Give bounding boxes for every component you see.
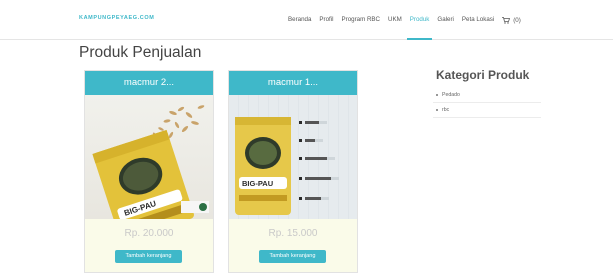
product-footer: Rp. 15.000 Tambah keranjang <box>229 219 357 272</box>
category-label: Pedado <box>442 92 460 98</box>
add-to-cart-button[interactable]: Tambah keranjang <box>115 250 182 263</box>
nav-item-beranda[interactable]: Beranda <box>288 0 311 40</box>
product-image[interactable]: BIG-PAU <box>229 95 357 219</box>
category-item-rbc[interactable]: rbc <box>433 103 541 118</box>
product-price: Rp. 15.000 <box>268 228 318 239</box>
top-navbar: KAMPUNGPEYAEG.COM Beranda Profil Program… <box>0 0 613 40</box>
page-title: Produk Penjualan <box>79 44 202 61</box>
category-title: Kategori Produk <box>436 68 530 82</box>
nav-item-produk[interactable]: Produk <box>406 0 432 40</box>
product-price: Rp. 20.000 <box>124 228 174 239</box>
product-card: macmur 1... BIG-PAU Rp. 15.000 Tambah ke… <box>228 70 358 273</box>
product-name[interactable]: macmur 1... <box>229 71 357 95</box>
snack-package-image: BIG-PAU <box>92 105 209 219</box>
bullet-icon <box>436 94 438 96</box>
category-list: Pedado rbc <box>433 88 541 118</box>
nav-item-peta-lokasi[interactable]: Peta Lokasi <box>462 0 494 40</box>
product-name[interactable]: macmur 2... <box>85 71 213 95</box>
cart-count: (0) <box>513 16 521 24</box>
cart-icon <box>502 16 511 24</box>
product-footer: Rp. 20.000 Tambah keranjang <box>85 219 213 272</box>
add-to-cart-button[interactable]: Tambah keranjang <box>259 250 326 263</box>
snack-package-image: BIG-PAU <box>235 117 339 215</box>
nav-item-ukm[interactable]: UKM <box>388 0 402 40</box>
cart-link[interactable]: (0) <box>502 0 521 40</box>
nav-item-program-rbc[interactable]: Program RBC <box>342 0 381 40</box>
nav-item-galeri[interactable]: Galeri <box>437 0 454 40</box>
category-item-pedado[interactable]: Pedado <box>433 88 541 103</box>
product-image[interactable]: BIG-PAU <box>85 95 213 219</box>
category-label: rbc <box>442 107 450 113</box>
bullet-icon <box>436 109 438 111</box>
nav-item-profil[interactable]: Profil <box>319 0 333 40</box>
brand-logo[interactable]: KAMPUNGPEYAEG.COM <box>79 15 154 21</box>
product-card: macmur 2... BIG-PAU Rp. 20.000 Tambah ke… <box>84 70 214 273</box>
main-nav: Beranda Profil Program RBC UKM Produk Ga… <box>288 0 521 40</box>
svg-text:BIG-PAU: BIG-PAU <box>242 179 273 188</box>
